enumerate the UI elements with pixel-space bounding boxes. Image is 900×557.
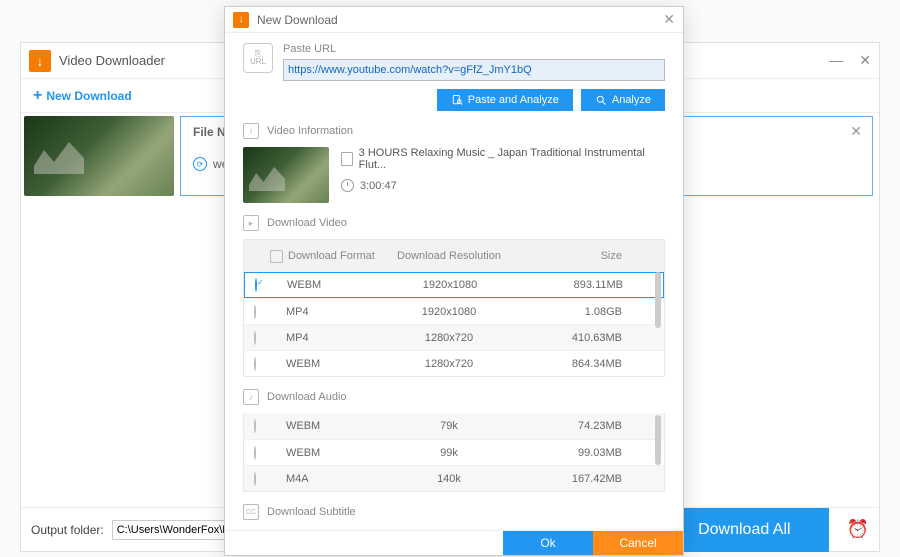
radio-icon[interactable]: [254, 419, 256, 433]
cell-format: MP4: [264, 332, 384, 344]
file-icon: [341, 152, 353, 166]
ok-button[interactable]: Ok: [503, 531, 593, 555]
table-row[interactable]: MP4 1280x720 410.63MB: [244, 324, 664, 350]
cell-resolution: 1280x720: [384, 358, 514, 370]
table-row[interactable]: WEBM 99k 99.03MB: [244, 439, 664, 465]
cell-resolution: 79k: [384, 420, 514, 432]
video-icon: ▸: [243, 215, 259, 231]
video-thumbnail[interactable]: [24, 116, 174, 196]
radio-icon[interactable]: [254, 472, 256, 486]
paste-analyze-label: Paste and Analyze: [468, 94, 559, 106]
video-format-table: Download Format Download Resolution Size…: [243, 239, 665, 377]
cell-format: WEBM: [265, 279, 385, 291]
app-logo-icon: ↓: [29, 50, 51, 72]
audio-format-table: WEBM 79k 74.23MB WEBM 99k 99.03MB M4A 14…: [243, 413, 665, 492]
cell-size: 74.23MB: [514, 420, 634, 432]
dialog-title: New Download: [257, 13, 663, 27]
new-download-button[interactable]: + New Download: [33, 87, 132, 105]
paste-analyze-button[interactable]: Paste and Analyze: [437, 89, 573, 111]
cell-size: 1.08GB: [514, 306, 634, 318]
paste-icon: [451, 94, 463, 106]
cc-icon: CC: [243, 504, 259, 520]
minimize-button[interactable]: —: [829, 52, 843, 69]
scrollbar[interactable]: [655, 415, 661, 465]
table-row[interactable]: M4A 140k 167.42MB: [244, 465, 664, 491]
cancel-button[interactable]: Cancel: [593, 531, 683, 555]
format-icon: ⟳: [193, 157, 207, 171]
output-folder-label: Output folder:: [31, 523, 104, 537]
new-download-label: New Download: [46, 89, 131, 103]
cell-format: M4A: [264, 473, 384, 485]
cell-resolution: 99k: [384, 447, 514, 459]
table-row[interactable]: WEBM 79k 74.23MB: [244, 413, 664, 439]
cell-size: 99.03MB: [514, 447, 634, 459]
card-close-button[interactable]: ✕: [850, 123, 862, 140]
dialog-footer-buttons: Ok Cancel: [225, 530, 683, 555]
download-audio-header: ♪ Download Audio: [243, 389, 665, 405]
info-icon: i: [243, 123, 259, 139]
download-subtitle-label: Download Subtitle: [267, 506, 356, 518]
download-subtitle-header: CC Download Subtitle: [243, 504, 665, 520]
cell-size: 864.34MB: [514, 358, 634, 370]
url-input[interactable]: [283, 59, 665, 81]
cell-size: 893.11MB: [515, 279, 635, 291]
scrollbar[interactable]: [655, 272, 661, 328]
dialog-close-button[interactable]: ✕: [663, 11, 675, 28]
video-title: 3 HOURS Relaxing Music _ Japan Tradition…: [359, 147, 665, 171]
analyze-button[interactable]: Analyze: [581, 89, 665, 111]
search-icon: [595, 94, 607, 106]
cell-resolution: 1920x1080: [385, 279, 515, 291]
plus-icon: +: [33, 87, 42, 105]
download-video-header: ▸ Download Video: [243, 215, 665, 231]
radio-icon[interactable]: [254, 446, 256, 460]
close-button[interactable]: ✕: [859, 52, 871, 69]
dialog-titlebar: ↓ New Download ✕: [225, 7, 683, 33]
format-header-icon: [270, 250, 283, 263]
cell-format: MP4: [264, 306, 384, 318]
radio-icon[interactable]: [254, 331, 256, 345]
col-resolution-label: Download Resolution: [397, 250, 501, 262]
video-info-label: Video Information: [267, 125, 353, 137]
video-duration: 3:00:47: [360, 180, 397, 192]
radio-icon[interactable]: [254, 357, 256, 371]
table-row[interactable]: WEBM 1920x1080 893.11MB: [244, 272, 664, 298]
download-audio-label: Download Audio: [267, 391, 347, 403]
dialog-thumbnail: [243, 147, 329, 203]
download-video-label: Download Video: [267, 217, 347, 229]
schedule-icon[interactable]: ⏰: [847, 519, 869, 540]
table-row[interactable]: MP4 1920x1080 1.08GB: [244, 298, 664, 324]
new-download-dialog: ↓ New Download ✕ ⎘URL Paste URL Paste an…: [224, 6, 684, 556]
cell-size: 410.63MB: [514, 332, 634, 344]
dialog-logo-icon: ↓: [233, 12, 249, 28]
cell-resolution: 140k: [384, 473, 514, 485]
video-info-header: i Video Information: [243, 123, 665, 139]
table-row[interactable]: WEBM 1280x720 864.34MB: [244, 350, 664, 376]
cell-format: WEBM: [264, 358, 384, 370]
analyze-label: Analyze: [612, 94, 651, 106]
clock-icon: [341, 179, 354, 192]
url-icon: ⎘URL: [243, 43, 273, 73]
col-format-label: Download Format: [288, 250, 375, 262]
cell-size: 167.42MB: [514, 473, 634, 485]
cell-format: WEBM: [264, 447, 384, 459]
download-all-button[interactable]: Download All: [660, 508, 829, 552]
cell-resolution: 1280x720: [384, 332, 514, 344]
table-header: Download Format Download Resolution Size: [244, 240, 664, 272]
cell-format: WEBM: [264, 420, 384, 432]
radio-icon[interactable]: [254, 305, 256, 319]
col-size-label: Size: [601, 250, 622, 262]
paste-url-label: Paste URL: [283, 43, 665, 55]
cell-resolution: 1920x1080: [384, 306, 514, 318]
radio-icon[interactable]: [255, 278, 257, 292]
audio-icon: ♪: [243, 389, 259, 405]
